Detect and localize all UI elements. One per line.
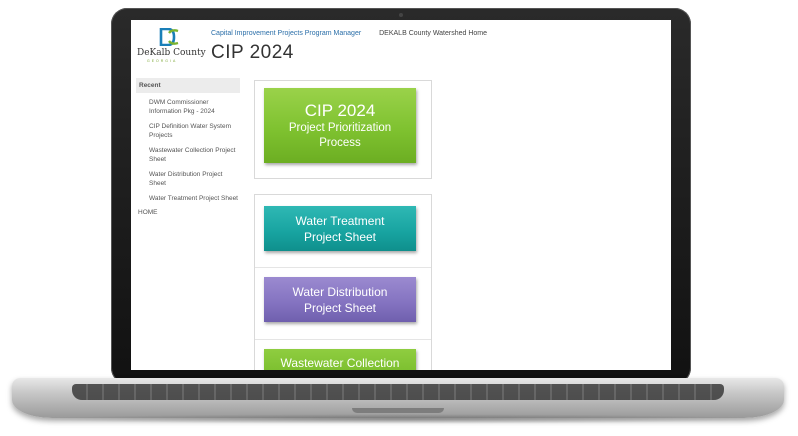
recent-list: DWM Commissioner Information Pkg - 2024 … xyxy=(136,95,240,206)
sidebar-item-water-treatment[interactable]: Water Treatment Project Sheet xyxy=(149,191,240,206)
page-title: CIP 2024 xyxy=(211,42,294,63)
laptop-screen: DeKalb County GEORGIA Capital Improvemen… xyxy=(131,20,671,370)
wastewater-collection-line1: Wastewater Collection xyxy=(280,356,400,370)
sidebar-item-wastewater-collection[interactable]: Wastewater Collection Project Sheet xyxy=(149,143,240,167)
water-treatment-line2: Project Sheet xyxy=(303,229,377,244)
water-treatment-line1: Water Treatment xyxy=(295,213,385,228)
logo-name: DeKalb County xyxy=(137,48,206,58)
sidebar-item-dwm-commissioner[interactable]: DWM Commissioner Information Pkg - 2024 xyxy=(149,95,240,119)
dc-logo-icon xyxy=(159,28,179,46)
floor-shadow xyxy=(20,414,778,424)
sidebar: Recent DWM Commissioner Information Pkg … xyxy=(136,78,240,219)
keyboard xyxy=(72,384,724,400)
water-distribution-line2: Project Sheet xyxy=(303,300,377,315)
cip-tile-title: CIP 2024 xyxy=(304,100,376,120)
dekalb-logo[interactable]: DeKalb County GEORGIA xyxy=(137,28,206,68)
panel-divider xyxy=(255,267,431,268)
laptop-base xyxy=(12,378,784,418)
water-distribution-tile[interactable]: Water Distribution Project Sheet xyxy=(264,277,416,322)
app-title-link[interactable]: Capital Improvement Projects Program Man… xyxy=(211,30,361,37)
sidebar-item-home[interactable]: HOME xyxy=(136,206,240,219)
cip-tile-subtitle: Project Prioritization xyxy=(288,121,392,134)
camera-icon xyxy=(399,13,403,17)
wastewater-collection-tile[interactable]: Wastewater Collection xyxy=(264,349,416,370)
water-treatment-tile[interactable]: Water Treatment Project Sheet xyxy=(264,206,416,251)
water-distribution-line1: Water Distribution xyxy=(292,284,388,299)
panel-divider xyxy=(255,339,431,340)
top-navigation: Capital Improvement Projects Program Man… xyxy=(211,30,503,37)
sidebar-item-water-distribution[interactable]: Water Distribution Project Sheet xyxy=(149,167,240,191)
logo-subtitle: GEORGIA xyxy=(147,59,178,63)
cip-tile-subtitle-2: Process xyxy=(319,136,361,149)
watershed-home-link[interactable]: DEKALB County Watershed Home xyxy=(379,30,487,37)
cip-2024-tile[interactable]: CIP 2024 Project Prioritization Process xyxy=(264,88,416,163)
recent-header: Recent xyxy=(136,78,240,93)
sidebar-item-cip-definition[interactable]: CIP Definition Water System Projects xyxy=(149,119,240,143)
base-notch xyxy=(352,408,444,413)
